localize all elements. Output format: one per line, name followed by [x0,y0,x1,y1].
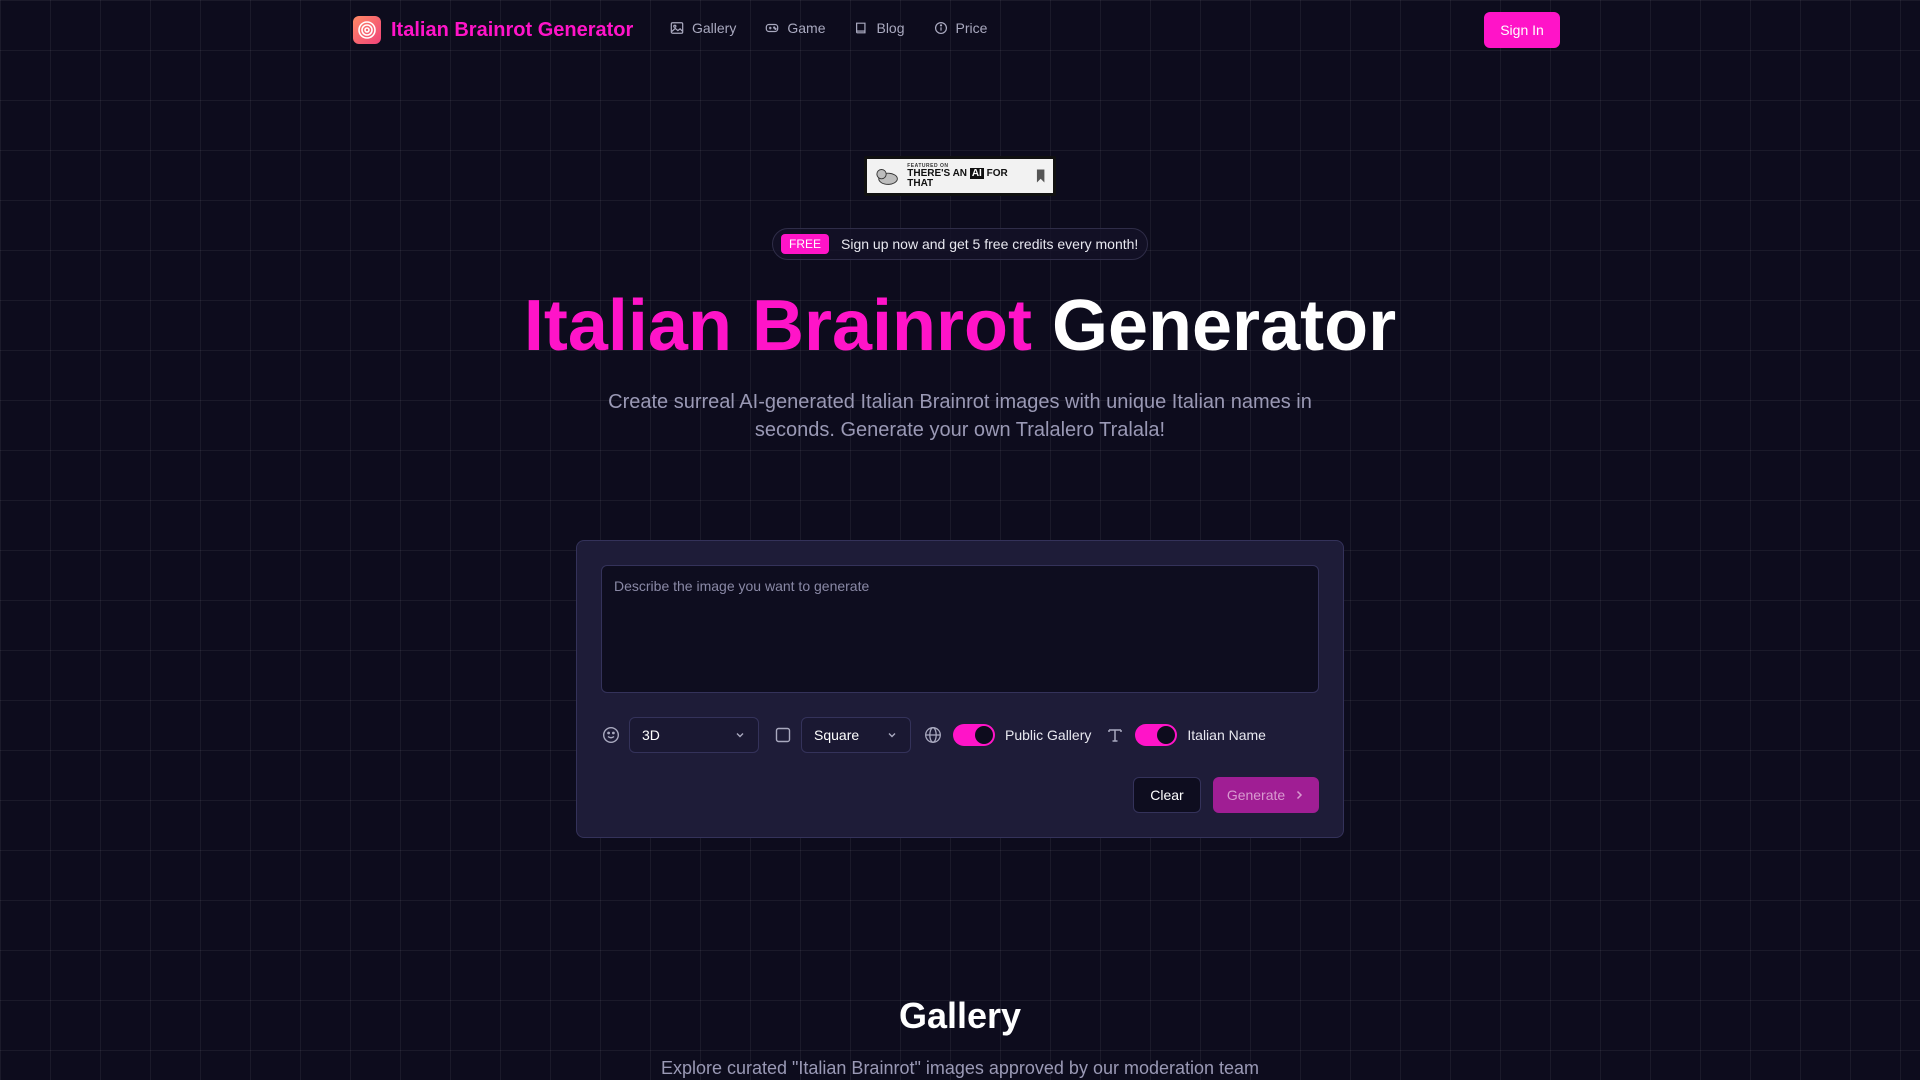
featured-text: FEATURED ON THERE'S AN AI FOR THAT [907,163,1027,189]
text-type-icon [1105,725,1125,745]
top-navbar: Italian Brainrot Generator Gallery Game [0,0,1920,60]
italian-name-toggle[interactable] [1135,724,1178,746]
brand-name: Italian Brainrot Generator [391,18,634,41]
clear-button[interactable]: Clear [1133,777,1201,813]
cat-mascot-icon [876,169,898,185]
nav-item-blog[interactable]: Blog [854,20,905,36]
book-icon [856,22,867,34]
brand-logo-link[interactable]: Italian Brainrot Generator [353,16,633,44]
main-nav: Gallery Game Blog Price [670,20,987,36]
featured-big-text: THERE'S AN AI FOR THAT [907,167,1027,189]
page-title: Italian Brainrot Generator [0,284,1920,368]
globe-icon [923,725,943,745]
spiral-logo-icon [353,16,381,44]
generator-options: 3D Square Public Gallery Italian Name [601,717,1266,753]
image-icon [670,22,684,34]
toggle-knob [975,726,993,744]
free-credits-banner: FREE Sign up now and get 5 free credits … [772,228,1148,260]
public-gallery-toggle[interactable] [953,724,995,746]
bookmark-icon [1036,169,1045,183]
generate-button[interactable]: Generate [1213,777,1319,813]
featured-ai-mark: AI [969,167,984,179]
chevron-down-icon [736,733,744,738]
style-select[interactable]: 3D [629,717,759,753]
nav-item-gallery[interactable]: Gallery [670,20,736,36]
title-plain: Generator [1051,286,1397,366]
nav-item-game[interactable]: Game [765,20,825,36]
gallery-heading: Gallery [898,995,1022,1036]
free-credits-text: Sign up now and get 5 free credits every… [841,236,1139,252]
nav-label: Game [787,20,826,36]
italian-name-label: Italian Name [1187,727,1266,743]
nav-label: Gallery [692,20,737,36]
hero-subtitle: Create surreal AI-generated Italian Brai… [608,391,1312,441]
nav-label: Price [955,20,988,36]
square-icon [773,725,793,745]
gamepad-icon [766,23,779,33]
generate-button-label: Generate [1226,787,1286,803]
smile-icon [601,725,621,745]
public-gallery-label: Public Gallery [1005,727,1092,743]
style-select-value: 3D [642,727,660,743]
featured-on-badge[interactable]: FEATURED ON THERE'S AN AI FOR THAT [864,156,1056,196]
title-accent: Italian Brainrot [523,286,1032,366]
nav-item-price[interactable]: Price [934,20,988,36]
aspect-ratio-select[interactable]: Square [801,717,911,753]
free-badge: FREE [781,234,830,254]
gallery-subtitle: Explore curated "Italian Brainrot" image… [660,1058,1260,1078]
toggle-knob [1157,726,1176,744]
sign-in-button[interactable]: Sign In [1484,12,1560,48]
generator-card: 3D Square Public Gallery [576,540,1344,838]
prompt-input[interactable] [601,565,1319,693]
aspect-select-value: Square [814,727,860,743]
nav-label: Blog [876,20,905,36]
info-icon [934,21,947,35]
chevron-right-icon [1297,790,1303,800]
chevron-down-icon [888,733,896,738]
